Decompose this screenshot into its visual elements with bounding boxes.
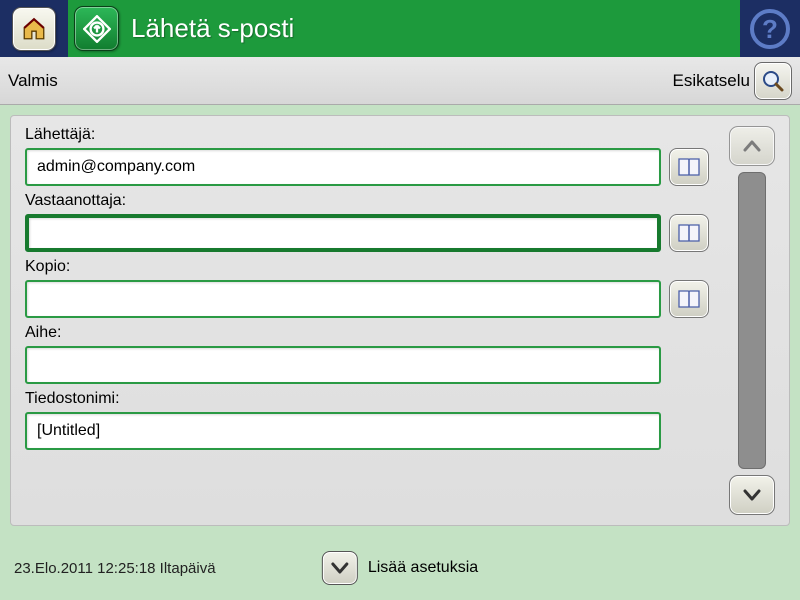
from-input[interactable] bbox=[25, 148, 661, 186]
subject-input[interactable] bbox=[25, 346, 661, 384]
title-center: Lähetä s-posti bbox=[68, 0, 740, 57]
help-icon[interactable]: ? bbox=[749, 8, 791, 50]
main-area: Lähettäjä: Vastaanottaja: bbox=[0, 105, 800, 536]
more-options-button[interactable] bbox=[322, 551, 358, 585]
scroll-track[interactable] bbox=[738, 172, 766, 469]
chevron-down-icon bbox=[742, 486, 762, 504]
title-bar: Lähetä s-posti ? bbox=[0, 0, 800, 57]
page-title: Lähetä s-posti bbox=[131, 13, 294, 44]
status-bar: Valmis Esikatselu bbox=[0, 57, 800, 105]
preview-button[interactable] bbox=[754, 62, 792, 100]
addressbook-icon bbox=[677, 289, 701, 309]
to-label: Vastaanottaja: bbox=[25, 192, 709, 210]
more-options-group: Lisää asetuksia bbox=[322, 551, 478, 585]
more-options-label: Lisää asetuksia bbox=[368, 559, 478, 577]
scroll-rail bbox=[729, 126, 775, 515]
svg-text:?: ? bbox=[762, 14, 778, 44]
send-icon bbox=[83, 15, 111, 43]
home-slot bbox=[0, 0, 68, 57]
status-text: Valmis bbox=[8, 71, 58, 91]
scroll-down-button[interactable] bbox=[729, 475, 775, 515]
email-form: Lähettäjä: Vastaanottaja: bbox=[10, 115, 790, 526]
cc-label: Kopio: bbox=[25, 258, 709, 276]
field-filename: Tiedostonimi: bbox=[25, 390, 709, 450]
filename-label: Tiedostonimi: bbox=[25, 390, 709, 408]
cc-input[interactable] bbox=[25, 280, 661, 318]
chevron-up-icon bbox=[742, 137, 762, 155]
preview-group: Esikatselu bbox=[673, 62, 792, 100]
from-label: Lähettäjä: bbox=[25, 126, 709, 144]
footer: 23.Elo.2011 12:25:18 Iltapäivä Lisää ase… bbox=[0, 536, 800, 600]
to-input[interactable] bbox=[25, 214, 661, 252]
from-addressbook-button[interactable] bbox=[669, 148, 709, 186]
magnifier-icon bbox=[761, 69, 785, 93]
home-button[interactable] bbox=[12, 7, 56, 51]
scroll-up-button[interactable] bbox=[729, 126, 775, 166]
field-cc: Kopio: bbox=[25, 258, 709, 318]
timestamp: 23.Elo.2011 12:25:18 Iltapäivä bbox=[14, 560, 216, 577]
addressbook-icon bbox=[677, 157, 701, 177]
preview-label: Esikatselu bbox=[673, 71, 750, 91]
field-to: Vastaanottaja: bbox=[25, 192, 709, 252]
send-button[interactable] bbox=[74, 6, 119, 51]
field-from: Lähettäjä: bbox=[25, 126, 709, 186]
cc-addressbook-button[interactable] bbox=[669, 280, 709, 318]
filename-input[interactable] bbox=[25, 412, 661, 450]
home-icon bbox=[21, 16, 47, 42]
help-slot: ? bbox=[740, 0, 800, 57]
addressbook-icon bbox=[677, 223, 701, 243]
to-addressbook-button[interactable] bbox=[669, 214, 709, 252]
subject-label: Aihe: bbox=[25, 324, 709, 342]
chevron-down-icon bbox=[331, 560, 349, 576]
field-subject: Aihe: bbox=[25, 324, 709, 384]
